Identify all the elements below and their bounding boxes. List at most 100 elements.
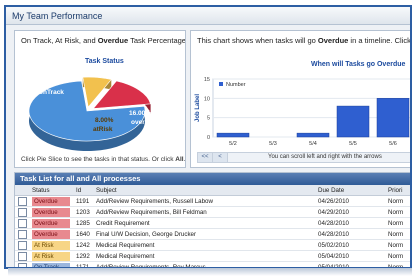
- table-row[interactable]: Overdue 1203 Add/Review Requirements, Bill…: [15, 206, 410, 218]
- scroll-left-button[interactable]: <: [213, 153, 228, 162]
- row-checkbox[interactable]: [18, 207, 27, 217]
- row-checkbox-cell[interactable]: [15, 206, 29, 218]
- status-badge: Overdue: [32, 196, 70, 206]
- bar-5/6[interactable]: [376, 98, 410, 138]
- pie-footer-prefix: Click Pie Slice to see the tasks in that…: [21, 156, 176, 163]
- y-tick-label: 5: [207, 116, 210, 122]
- task-id-cell: 1242: [73, 239, 93, 251]
- col-id[interactable]: Id: [73, 185, 93, 196]
- window-shadow: [8, 268, 412, 276]
- priority-cell: Norm: [385, 217, 410, 229]
- pie-chart[interactable]: 76.00% onTrack 8.00% atRisk 16.00% overdue: [15, 65, 185, 165]
- col-status[interactable]: Status: [29, 185, 73, 196]
- table-row[interactable]: At Risk 1242 Medical Requirement 05/02/2010…: [15, 239, 410, 251]
- due-date-cell: 04/28/2010: [315, 217, 385, 229]
- task-table-header: Status Id Subject Due Date Priori: [15, 185, 410, 196]
- due-date-cell: 04/29/2010: [315, 206, 385, 218]
- pie-label-5: overdue: [131, 119, 157, 126]
- task-list-panel: Task List for all and All processes Stat…: [14, 172, 410, 267]
- due-date-cell: 05/02/2010: [315, 239, 385, 251]
- legend-label: Number: [226, 82, 246, 88]
- scroll-left-double-button[interactable]: <<: [198, 153, 213, 162]
- row-checkbox[interactable]: [18, 196, 27, 206]
- task-subject-cell: Final U/W Decision, George Drucker: [93, 228, 315, 240]
- tl-heading-bold: Overdue: [317, 36, 349, 45]
- all-link[interactable]: All: [175, 156, 183, 163]
- task-table: Status Id Subject Due Date Priori Overdu…: [15, 185, 410, 267]
- overdue-timeline-panel: This chart shows when tasks will go Over…: [190, 30, 412, 168]
- col-priority[interactable]: Priori: [385, 185, 410, 196]
- priority-cell: Norm: [385, 206, 410, 218]
- table-row[interactable]: Overdue 1285 Credit Requirement 04/28/2010 N…: [15, 217, 410, 229]
- pie-label-0: 76.00%: [37, 80, 59, 87]
- priority-cell: Norm: [385, 239, 410, 251]
- overdue-bar-chart[interactable]: 0 5 10 15 Job Label Number 5/2 5/3 5/4 5/5 5/6: [191, 53, 412, 153]
- row-checkbox-cell[interactable]: [15, 195, 29, 207]
- pie-footer-suffix: .: [183, 156, 186, 163]
- row-checkbox-cell[interactable]: [15, 250, 29, 262]
- task-id-cell: 1285: [73, 217, 93, 229]
- task-subject-cell: Medical Requirement: [93, 250, 315, 262]
- y-tick-label: 10: [204, 96, 210, 102]
- status-badge-cell: At Risk: [29, 250, 73, 262]
- priority-cell: Norm: [385, 228, 410, 240]
- pie-label-1: onTrack: [39, 89, 64, 96]
- table-row[interactable]: Overdue 1640 Final U/W Decision, George Dr…: [15, 228, 410, 240]
- row-checkbox[interactable]: [18, 218, 27, 228]
- y-axis-label: Job Label: [195, 94, 201, 122]
- x-tick-label: 5/2: [229, 141, 237, 147]
- table-row[interactable]: At Risk 1292 Medical Requirement 05/04/2010…: [15, 250, 410, 262]
- status-badge-cell: Overdue: [29, 206, 73, 218]
- row-checkbox-cell[interactable]: [15, 228, 29, 240]
- x-tick-label: 5/3: [269, 141, 277, 147]
- pie-heading-suffix: Task Percentages.: [130, 36, 185, 45]
- status-badge: Overdue: [32, 218, 70, 228]
- pie-panel-footer: Click Pie Slice to see the tasks in that…: [21, 156, 185, 163]
- col-due-date[interactable]: Due Date: [315, 185, 385, 196]
- table-row[interactable]: Overdue 1191 Add/Review Requirements, Russ…: [15, 195, 410, 207]
- col-select: [15, 185, 29, 196]
- task-subject-cell: Medical Requirement: [93, 239, 315, 251]
- scroll-hint: You can scroll left and right with the a…: [268, 154, 382, 160]
- pie-label-3: atRisk: [93, 126, 113, 133]
- legend-swatch: [219, 82, 223, 86]
- portlet-window: My Team Performance On Track, At Risk, a…: [4, 5, 412, 269]
- task-list-title: Task List for all and All processes: [15, 173, 410, 185]
- row-checkbox[interactable]: [18, 240, 27, 250]
- row-checkbox[interactable]: [18, 229, 27, 239]
- status-badge: Overdue: [32, 207, 70, 217]
- task-subject-cell: Add/Review Requirements, Bill Feldman: [93, 206, 315, 218]
- status-badge-cell: Overdue: [29, 217, 73, 229]
- row-checkbox-cell[interactable]: [15, 239, 29, 251]
- x-tick-label: 5/4: [309, 141, 317, 147]
- y-tick-label: 15: [204, 77, 210, 83]
- task-id-cell: 1640: [73, 228, 93, 240]
- pie-heading-bold: Overdue: [97, 36, 129, 45]
- priority-cell: Norm: [385, 250, 410, 262]
- task-subject-cell: Add/Review Requirements, Russell Labow: [93, 195, 315, 207]
- bar-5/4[interactable]: [296, 132, 330, 138]
- row-checkbox[interactable]: [18, 251, 27, 261]
- due-date-cell: 05/04/2010: [315, 250, 385, 262]
- pie-panel-heading: On Track, At Risk, and Overdue Task Perc…: [15, 31, 185, 45]
- timeline-scrollbar[interactable]: << < You can scroll left and right with …: [197, 152, 410, 163]
- y-tick-label: 0: [207, 135, 210, 141]
- pie-label-4: 16.00%: [129, 110, 151, 117]
- bar-5/2[interactable]: [216, 132, 250, 138]
- status-badge: At Risk: [32, 251, 70, 261]
- col-subject[interactable]: Subject: [93, 185, 315, 196]
- tl-heading-prefix: This chart shows when tasks will go: [197, 36, 318, 45]
- status-badge-cell: At Risk: [29, 239, 73, 251]
- window-title: My Team Performance: [6, 7, 410, 25]
- pie-chart-title: Task Status: [85, 58, 124, 65]
- bar-5/5[interactable]: [336, 105, 370, 138]
- status-badge: At Risk: [32, 240, 70, 250]
- row-checkbox-cell[interactable]: [15, 217, 29, 229]
- task-subject-cell: Credit Requirement: [93, 217, 315, 229]
- pie-label-2: 8.00%: [95, 117, 114, 124]
- due-date-cell: 04/26/2010: [315, 195, 385, 207]
- x-tick-label: 5/5: [349, 141, 357, 147]
- status-badge: Overdue: [32, 229, 70, 239]
- tl-heading-suffix: in a timeline. Clicking on bar: [350, 36, 412, 45]
- task-status-panel: On Track, At Risk, and Overdue Task Perc…: [14, 30, 186, 168]
